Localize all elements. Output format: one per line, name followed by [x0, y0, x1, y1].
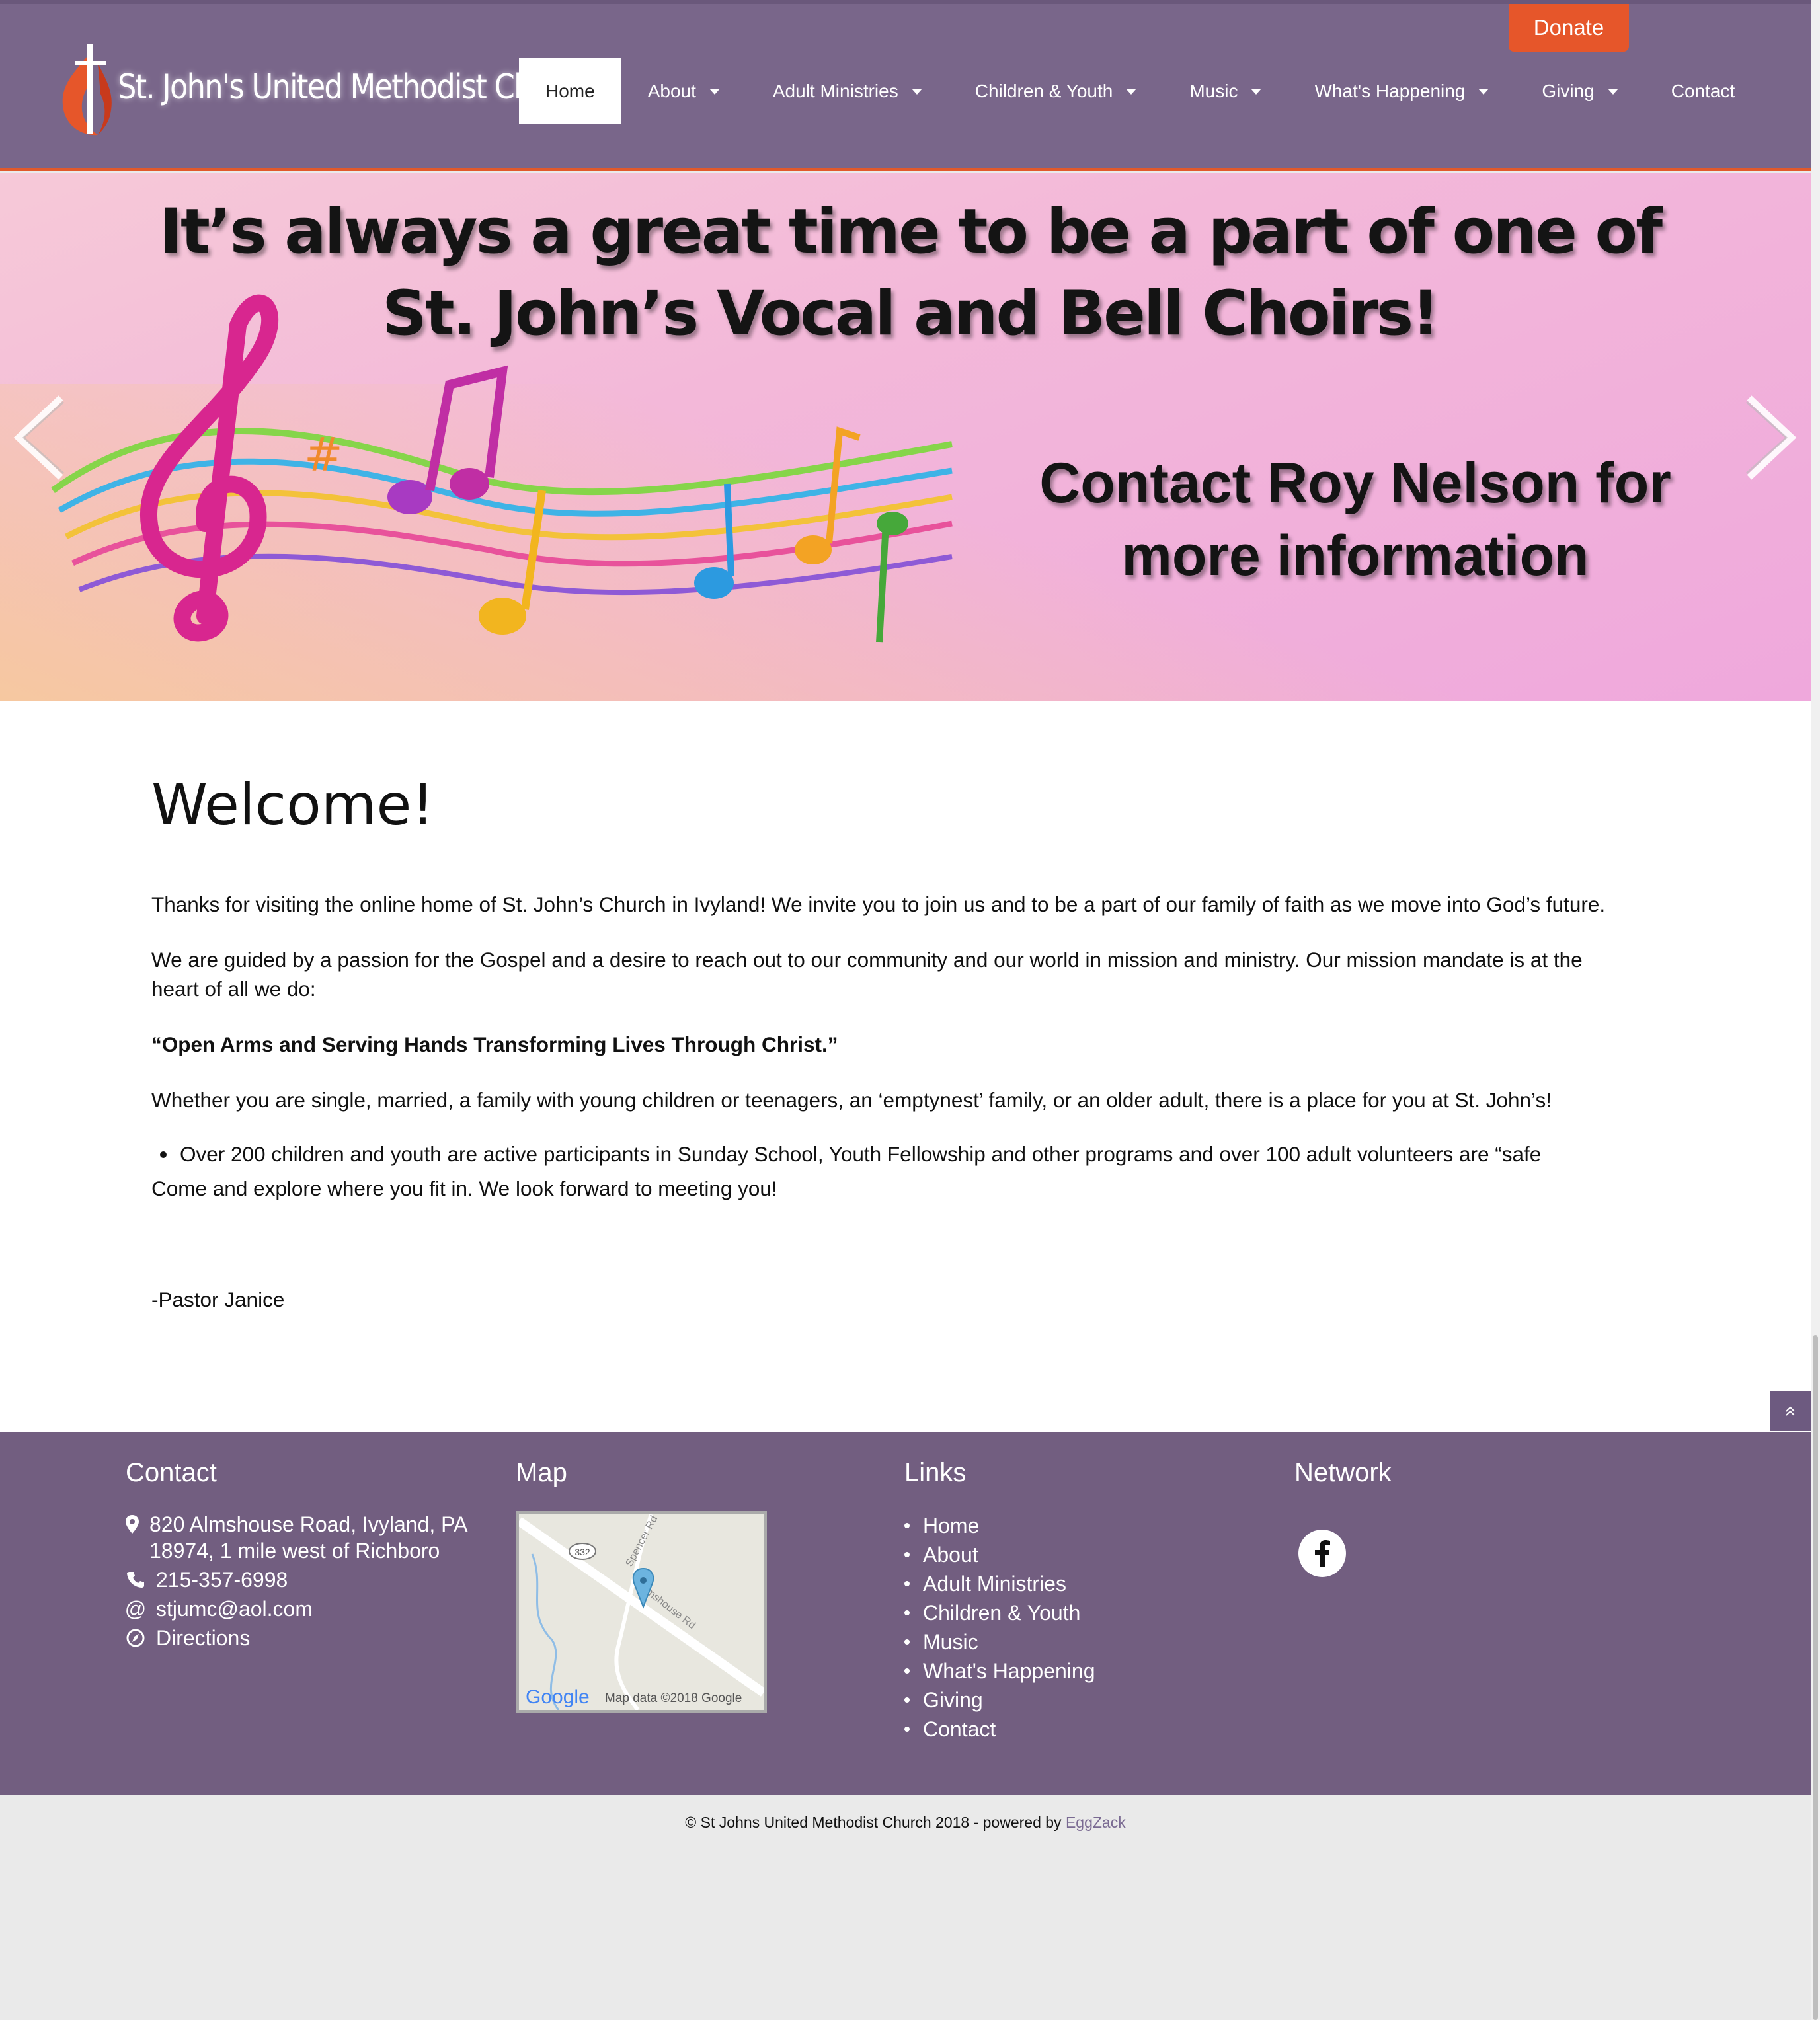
svg-text:#: # [304, 428, 343, 482]
chevron-left-icon[interactable] [9, 391, 69, 484]
caret-down-icon [1126, 88, 1137, 95]
footer-link-children-youth[interactable]: Children & Youth [904, 1598, 1095, 1627]
nav-label: About [647, 81, 696, 101]
phone-row[interactable]: 215-357-6998 [126, 1567, 496, 1593]
contact-list: 820 Almshouse Road, Ivyland, PA 18974, 1… [124, 1511, 496, 1654]
footer-link-adult-ministries[interactable]: Adult Ministries [904, 1569, 1095, 1598]
banner-headline-2: St. John’s Vocal and Bell Choirs! [382, 278, 1440, 350]
footer-network-title: Network [1294, 1458, 1392, 1487]
footer-links-title: Links [904, 1458, 967, 1487]
explore-paragraph: Come and explore where you fit in. We lo… [151, 1177, 777, 1200]
bullet-icon [160, 1151, 167, 1158]
caret-down-icon [709, 88, 720, 95]
nav-about[interactable]: About [621, 58, 746, 124]
nav-giving[interactable]: Giving [1515, 58, 1644, 124]
facebook-icon [1315, 1540, 1330, 1567]
facebook-button[interactable] [1298, 1530, 1346, 1577]
footer-link-music[interactable]: Music [904, 1627, 1095, 1656]
footer-links: Home About Adult Ministries Children & Y… [904, 1511, 1095, 1744]
banner-headline-1: It’s always a great time to be a part of… [159, 196, 1663, 268]
intro-paragraph: Thanks for visiting the online home of S… [151, 892, 1606, 916]
google-logo: Google [526, 1686, 590, 1708]
banner-contact-1: Contact Roy Nelson for [1039, 451, 1671, 515]
address-text: 820 Almshouse Road, Ivyland, PA 18974, 1… [149, 1512, 467, 1563]
route-shield-label: 332 [574, 1547, 590, 1557]
map-pin-icon [126, 1511, 139, 1534]
list-item: Over 200 children and youth are active p… [160, 1142, 1541, 1167]
copyright: © St Johns United Methodist Church 2018 … [0, 1814, 1811, 1832]
hero-slider: # It’s always a great time to be a part … [0, 173, 1811, 701]
nav-label: Home [545, 81, 595, 101]
nav-label: Children & Youth [974, 81, 1113, 101]
caret-down-icon [1478, 88, 1489, 95]
nav-children-youth[interactable]: Children & Youth [949, 58, 1164, 124]
footer-contact-title: Contact [126, 1458, 217, 1487]
directions-text: Directions [156, 1626, 251, 1650]
nav-label: Giving [1542, 81, 1595, 101]
address-row: 820 Almshouse Road, Ivyland, PA 18974, 1… [126, 1511, 496, 1564]
site-footer: Contact 820 Almshouse Road, Ivyland, PA … [0, 1432, 1811, 1795]
copyright-text: © St Johns United Methodist Church 2018 … [685, 1814, 1062, 1831]
footer-link-contact[interactable]: Contact [904, 1715, 1095, 1744]
scroll-to-top-button[interactable] [1770, 1391, 1811, 1431]
cross-and-flame-logo-icon [62, 44, 112, 136]
scrollbar-thumb[interactable] [1813, 1335, 1818, 2020]
at-icon: @ [124, 1597, 147, 1621]
footer-link-giving[interactable]: Giving [904, 1686, 1095, 1715]
main-nav: Home About Adult Ministries Children & Y… [519, 58, 1761, 124]
signature: -Pastor Janice [151, 1288, 285, 1311]
nav-label: Adult Ministries [772, 81, 898, 101]
nav-label: Music [1189, 81, 1238, 101]
email-text: stjumc@aol.com [156, 1597, 313, 1621]
map-credit: Map data ©2018 Google [605, 1691, 742, 1705]
scroll-up-icon [1786, 1406, 1795, 1416]
phone-icon [126, 1567, 145, 1588]
church-logo[interactable]: St. John's United Methodist Church [52, 44, 593, 137]
chevron-right-icon[interactable] [1741, 391, 1801, 484]
caret-down-icon [1607, 88, 1618, 95]
powered-by-link[interactable]: EggZack [1066, 1814, 1126, 1831]
nav-label: Contact [1671, 81, 1735, 101]
mission-paragraph: We are guided by a passion for the Gospe… [151, 948, 1583, 1001]
donate-button[interactable]: Donate [1509, 4, 1629, 52]
location-map[interactable]: 332 Spencer Rd Almshouse Rd Google Map d… [516, 1511, 767, 1713]
footer-link-home[interactable]: Home [904, 1511, 1095, 1540]
nav-contact[interactable]: Contact [1645, 58, 1762, 124]
phone-text: 215-357-6998 [156, 1568, 288, 1592]
main-content: Welcome! Thanks for visiting the online … [0, 701, 1811, 1432]
site-header: St. John's United Methodist Church Donat… [0, 0, 1811, 171]
directions-row[interactable]: Directions [126, 1625, 496, 1651]
footer-link-whats-happening[interactable]: What's Happening [904, 1656, 1095, 1686]
nav-adult-ministries[interactable]: Adult Ministries [746, 58, 949, 124]
page-scrollbar[interactable] [1811, 0, 1820, 2020]
footer-link-about[interactable]: About [904, 1540, 1095, 1569]
nav-music[interactable]: Music [1163, 58, 1288, 124]
page-title: Welcome! [151, 772, 434, 838]
nav-whats-happening[interactable]: What's Happening [1288, 58, 1515, 124]
nav-home[interactable]: Home [519, 58, 621, 124]
caret-down-icon [911, 88, 922, 95]
caret-down-icon [1251, 88, 1262, 95]
banner-contact-2: more information [1121, 524, 1589, 588]
mission-mandate: “Open Arms and Serving Hands Transformin… [151, 1032, 838, 1056]
footer-map-title: Map [516, 1458, 567, 1487]
email-row[interactable]: @ stjumc@aol.com [124, 1596, 496, 1622]
map-graphic: 332 Spencer Rd Almshouse Rd Google Map d… [519, 1514, 764, 1710]
welcome-paragraph: Whether you are single, married, a famil… [151, 1088, 1552, 1112]
nav-label: What's Happening [1314, 81, 1466, 101]
directions-icon [126, 1625, 145, 1647]
list-item-text: Over 200 children and youth are active p… [180, 1142, 1542, 1166]
